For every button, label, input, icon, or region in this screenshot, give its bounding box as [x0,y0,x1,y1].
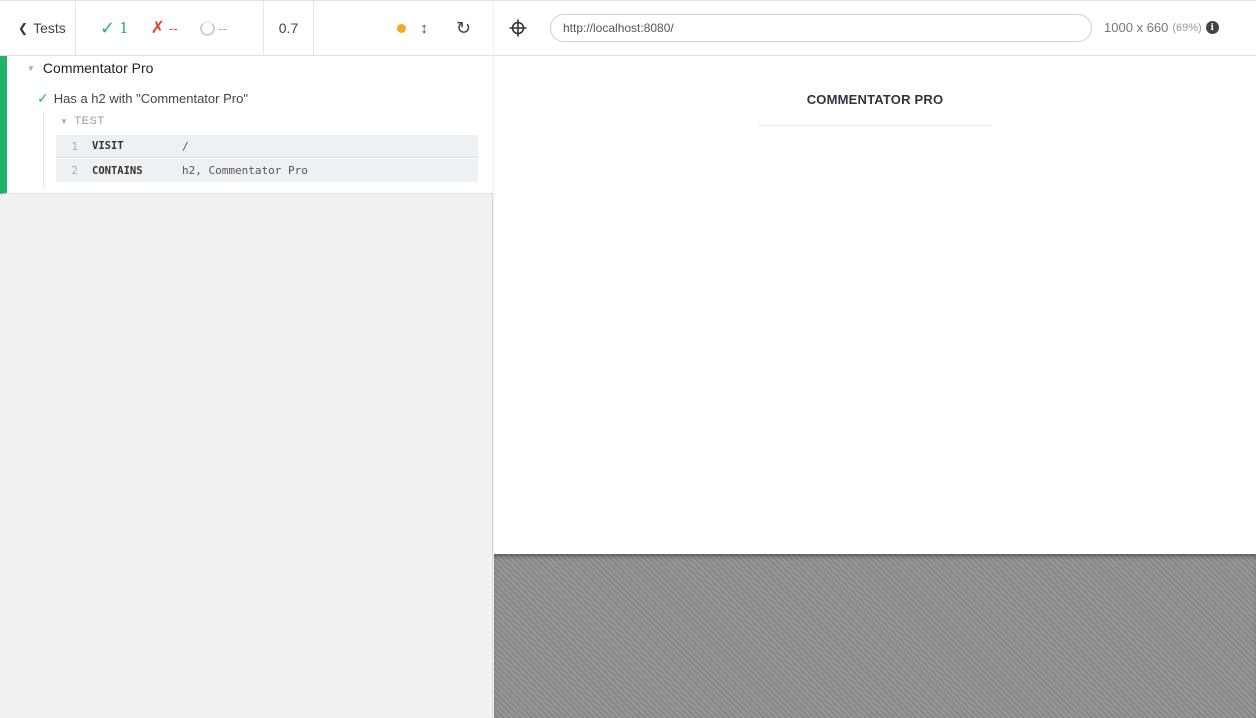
test-section-label: TEST [74,115,105,127]
command-number: 1 [71,139,78,153]
aut-panel: http://localhost:8080/ 1000 x 660 (69%) … [494,0,1256,718]
aut-empty-area [494,554,1256,718]
passed-stat: ✓ 1 [100,18,129,39]
auto-scroll-toggle-icon[interactable]: ↕ [420,20,428,37]
command-message: / [182,139,189,153]
suite-title: Commentator Pro [42,60,154,76]
suite-runnable: ▼ Commentator Pro ✓ Has a h2 with "Comme… [0,56,493,194]
running-status-dot-icon [397,23,407,33]
tests-label: Tests [33,20,66,36]
viewport-scale: (69%) [1172,21,1202,34]
failed-stat: ✗ -- [151,18,178,38]
viewport-size: 1000 x 660 [1104,20,1169,35]
failed-count: -- [168,20,178,36]
reporter-header: ❮ Tests ✓ 1 ✗ -- -- 0.7 ↕ ↻ [0,0,493,56]
command-row[interactable]: 1 VISIT / [56,135,478,158]
collapse-triangle-icon: ▼ [27,63,35,73]
command-name: CONTAINS [92,164,143,177]
pending-circle-icon [199,20,215,36]
duration: 0.7 [264,1,314,55]
check-icon: ✓ [37,90,49,106]
viewport-info[interactable]: 1000 x 660 (69%) i [1104,20,1219,35]
command-name: VISIT [92,140,124,152]
passed-count: 1 [119,19,129,37]
url-bar[interactable]: http://localhost:8080/ [550,14,1092,42]
selector-playground-crosshair-icon[interactable] [508,18,528,38]
test-commands: ▼ TEST 1 VISIT / 2 CONTAINS h2, Commenta… [43,112,478,188]
test-title: Has a h2 with "Commentator Pro" [53,91,248,106]
collapse-triangle-icon: ▼ [60,116,69,126]
command-row[interactable]: 2 CONTAINS h2, Commentator Pro [56,159,478,182]
pending-count: -- [218,20,228,36]
aut-header: http://localhost:8080/ 1000 x 660 (69%) … [494,0,1256,56]
info-icon: i [1205,21,1219,34]
chevron-left-icon: ❮ [18,21,29,35]
tests-back-button[interactable]: ❮ Tests [0,1,76,55]
x-icon: ✗ [150,18,165,37]
restart-icon[interactable]: ↻ [456,18,471,39]
suite-header[interactable]: ▼ Commentator Pro [27,60,153,76]
command-message: h2, Commentator Pro [182,164,308,177]
test-stats: ✓ 1 ✗ -- -- [76,1,264,55]
command-number: 2 [71,164,78,177]
aut-iframe: COMMENTATOR PRO [494,56,1256,554]
check-icon: ✓ [100,17,116,38]
cypress-runner: ❮ Tests ✓ 1 ✗ -- -- 0.7 ↕ ↻ ▼ Commentato… [0,0,1256,718]
heading-divider [758,125,992,126]
reporter-controls: ↕ ↻ [397,1,493,55]
test-section-header[interactable]: ▼ TEST [60,115,105,127]
reporter-panel: ❮ Tests ✓ 1 ✗ -- -- 0.7 ↕ ↻ ▼ Commentato… [0,0,493,718]
page-heading: COMMENTATOR PRO [806,92,944,107]
pending-stat: -- [199,20,228,36]
test-header[interactable]: ✓ Has a h2 with "Commentator Pro" [37,90,248,107]
